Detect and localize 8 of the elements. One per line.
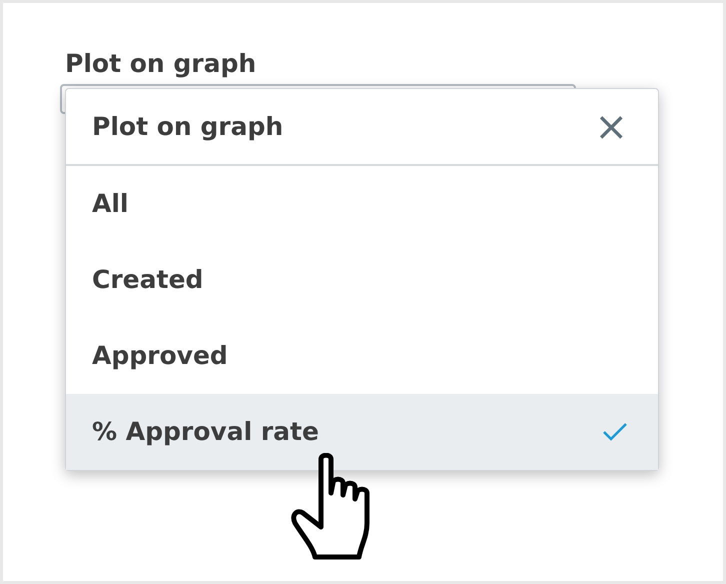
dropdown-title: Plot on graph bbox=[92, 110, 284, 143]
dropdown-option[interactable]: % Approval rate bbox=[66, 394, 658, 470]
field-label: Plot on graph bbox=[65, 48, 256, 80]
dropdown-option[interactable]: Created bbox=[66, 242, 658, 318]
check-icon bbox=[602, 422, 628, 442]
close-button[interactable]: × bbox=[594, 106, 628, 146]
dropdown-option[interactable]: Approved bbox=[66, 318, 658, 394]
dropdown-option[interactable]: All bbox=[66, 166, 658, 242]
